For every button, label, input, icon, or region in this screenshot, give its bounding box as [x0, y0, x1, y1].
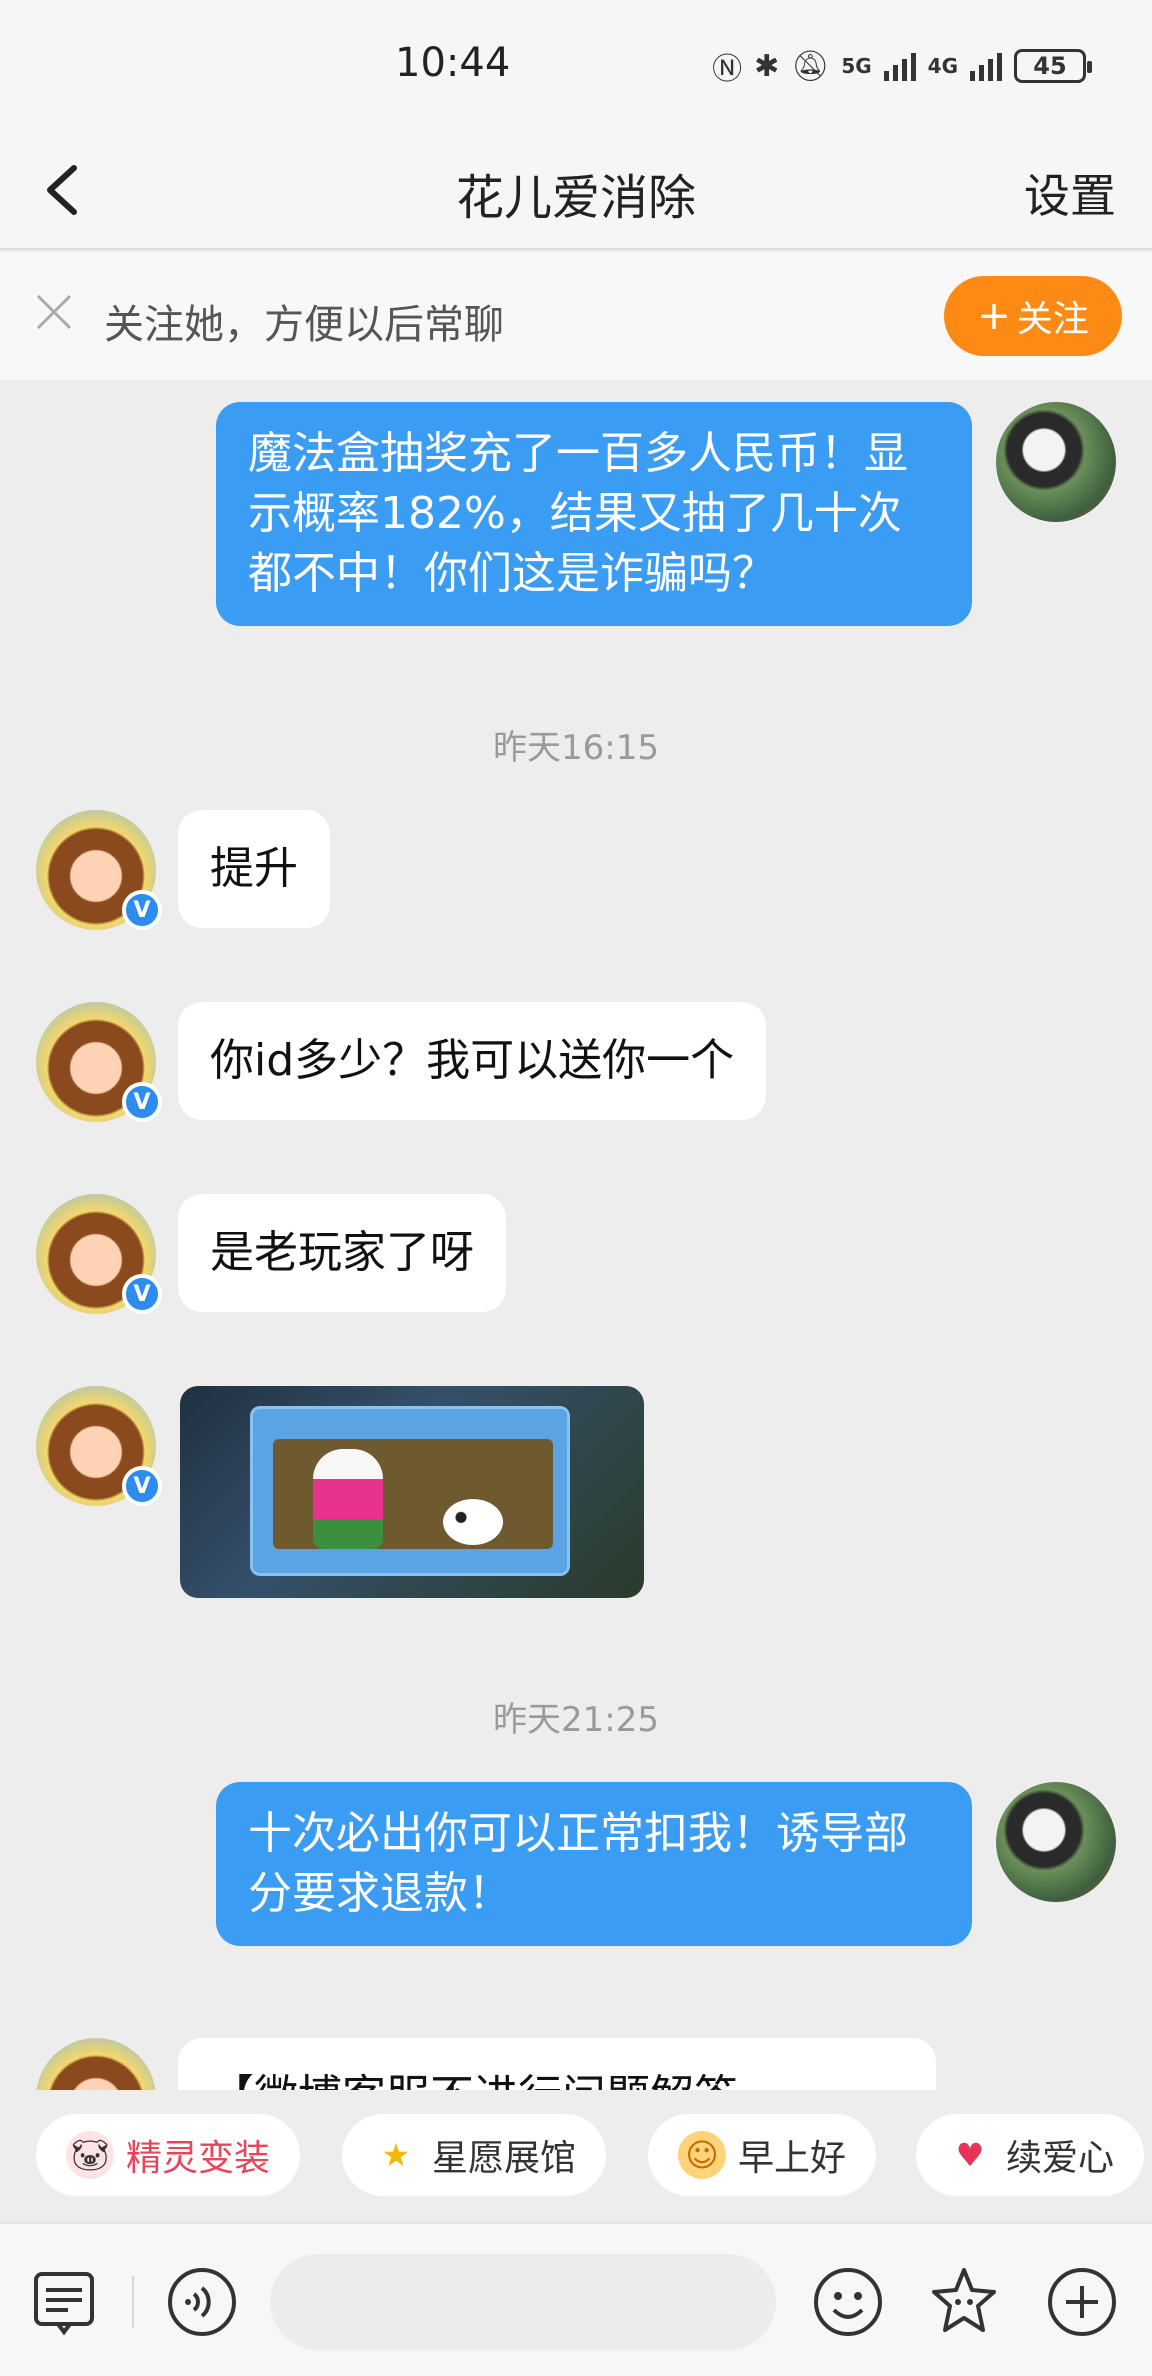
network-4g-label: 4G	[927, 54, 958, 78]
my-avatar[interactable]	[996, 1782, 1116, 1902]
plus-circle-icon	[1048, 2268, 1116, 2336]
timestamp: 昨天16:15	[493, 728, 659, 768]
divider	[132, 2276, 134, 2328]
timestamp: 昨天21:25	[493, 1700, 659, 1740]
message-bubble-received[interactable]: 你id多少？我可以送你一个	[178, 1002, 767, 1120]
status-time: 10:44	[395, 40, 511, 86]
input-bar	[0, 2222, 1152, 2376]
quick-reply-chip[interactable]: ★ 星愿展馆	[342, 2114, 607, 2196]
nav-bar: 花儿爱消除 设置	[0, 130, 1152, 250]
quick-reply-chip[interactable]: ♥ 续爱心	[916, 2114, 1145, 2196]
more-button[interactable]	[1044, 2264, 1120, 2340]
contact-avatar[interactable]	[36, 2038, 156, 2090]
plus-icon: +	[977, 293, 1011, 339]
menu-button[interactable]	[28, 2264, 104, 2340]
signal-4g-icon	[970, 51, 1002, 81]
verified-badge-icon: V	[122, 1466, 162, 1506]
star-face-icon	[932, 2268, 996, 2332]
status-bar: 10:44 Ⓝ ✱ 🔕︎ 5G 4G 45	[0, 0, 1152, 130]
close-banner-button[interactable]	[34, 292, 74, 332]
follow-banner: 关注她，方便以后常聊 + 关注	[0, 252, 1152, 380]
voice-icon	[168, 2268, 236, 2336]
mute-icon: 🔕︎	[791, 48, 830, 84]
voice-button[interactable]	[164, 2264, 240, 2340]
follow-prompt-text: 关注她，方便以后常聊	[104, 302, 504, 348]
fairy-icon: 🐷︎	[66, 2131, 114, 2179]
quick-reply-label: 续爱心	[1006, 2138, 1115, 2179]
message-bubble-sent[interactable]: 十次必出你可以正常扣我！诱导部分要求退款！	[216, 1782, 972, 1946]
status-icons: Ⓝ ✱ 🔕︎ 5G 4G 45	[712, 44, 1092, 88]
quick-reply-label: 精灵变装	[126, 2138, 271, 2179]
game-screenshot-scene	[273, 1439, 553, 1549]
my-avatar[interactable]	[996, 402, 1116, 522]
message-bubble-received[interactable]: 提升	[178, 810, 330, 928]
heart-icon: ♥	[955, 2136, 985, 2174]
settings-button[interactable]: 设置	[1024, 160, 1116, 226]
image-message[interactable]	[180, 1386, 644, 1598]
battery-icon: 45	[1014, 49, 1092, 83]
network-5g-label: 5G	[841, 54, 872, 78]
message-bubble-sent[interactable]: 魔法盒抽奖充了一百多人民币！显示概率182%，结果又抽了几十次都不中！你们这是诈…	[216, 402, 972, 626]
quick-reply-bar: 🐷︎ 精灵变装 ★ 星愿展馆 ☺ 早上好 ♥ 续爱心	[0, 2100, 1152, 2210]
message-input[interactable]	[270, 2254, 776, 2350]
game-screenshot-panel	[250, 1406, 570, 1576]
contact-avatar[interactable]: V	[36, 1194, 162, 1314]
nfc-icon: Ⓝ	[712, 52, 743, 87]
quick-reply-label: 星愿展馆	[432, 2138, 577, 2179]
bluetooth-icon: ✱	[754, 48, 780, 84]
panda-figure	[443, 1499, 503, 1545]
sticker-button[interactable]	[926, 2264, 1002, 2340]
page-title: 花儿爱消除	[455, 170, 696, 226]
message-bubble-received[interactable]: 【微博客服不进行问题解答	[178, 2038, 936, 2090]
close-icon	[36, 294, 72, 330]
contact-avatar[interactable]: V	[36, 1002, 162, 1122]
emoji-button[interactable]	[810, 2264, 886, 2340]
star-icon: ★	[381, 2136, 411, 2174]
verified-badge-icon: V	[122, 1274, 162, 1314]
verified-badge-icon: V	[122, 890, 162, 930]
character-figure	[313, 1449, 383, 1549]
contact-avatar[interactable]: V	[36, 1386, 162, 1506]
signal-5g-icon	[883, 51, 916, 81]
chat-area[interactable]: 魔法盒抽奖充了一百多人民币！显示概率182%，结果又抽了几十次都不中！你们这是诈…	[0, 380, 1152, 2090]
quick-reply-chip[interactable]: 🐷︎ 精灵变装	[36, 2114, 301, 2196]
quick-reply-label: 早上好	[738, 2138, 847, 2179]
contact-avatar[interactable]: V	[36, 810, 162, 930]
follow-button-label: 关注	[1016, 299, 1089, 340]
sun-face-icon: ☺	[678, 2131, 726, 2179]
emoji-icon	[814, 2268, 882, 2336]
message-list-icon	[34, 2272, 94, 2336]
message-bubble-received[interactable]: 是老玩家了呀	[178, 1194, 506, 1312]
quick-reply-chip[interactable]: ☺ 早上好	[648, 2114, 877, 2196]
verified-badge-icon: V	[122, 1082, 162, 1122]
follow-button[interactable]: + 关注	[944, 276, 1122, 356]
